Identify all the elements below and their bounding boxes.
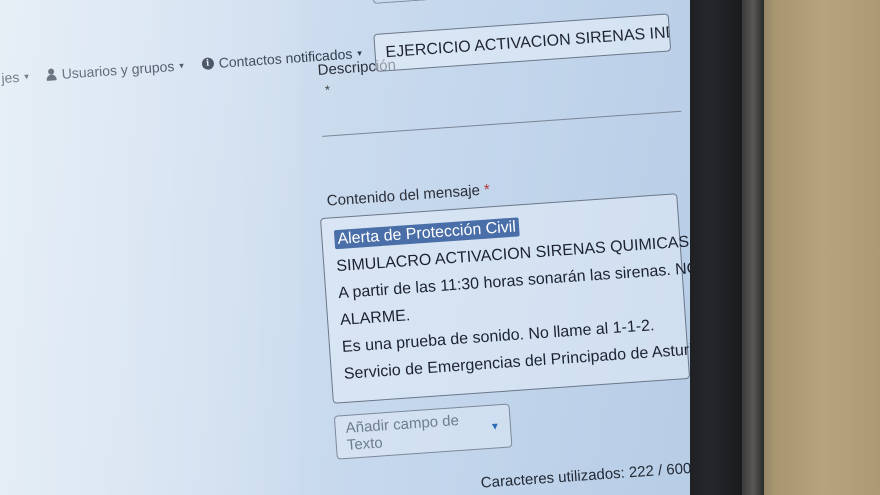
- add-field-label: Añadir campo de Texto: [345, 412, 460, 454]
- description-input[interactable]: EJERCICIO ACTIVACION SIRENAS INDUSTRI: [373, 13, 672, 72]
- monitor-edge: [742, 0, 764, 495]
- required-marker: *: [324, 82, 331, 98]
- message-textarea[interactable]: Alerta de Protección Civil SIMULACRO ACT…: [320, 193, 690, 404]
- previous-field[interactable]: [371, 0, 633, 4]
- chevron-down-icon: ▾: [356, 47, 363, 58]
- chevron-down-icon: ▾: [178, 59, 185, 71]
- monitor-screen: jes ▾ Usuarios y grupos ▾ i Contactos no…: [0, 0, 690, 495]
- app-viewport: jes ▾ Usuarios y grupos ▾ i Contactos no…: [0, 0, 690, 494]
- info-icon: i: [201, 57, 215, 71]
- add-text-field-dropdown[interactable]: Añadir campo de Texto ▼: [333, 403, 513, 460]
- nav-item-users-groups[interactable]: Usuarios y grupos ▾: [46, 57, 184, 83]
- nav-item-label: jes: [0, 68, 20, 87]
- message-label-text: Contenido del mensaje: [326, 182, 481, 210]
- user-icon: [46, 68, 57, 81]
- character-counter: Caracteres utilizados: 222 / 600: [480, 459, 690, 492]
- chevron-down-icon: ▾: [23, 70, 30, 81]
- nav-item-messages[interactable]: jes ▾: [1, 68, 29, 86]
- required-marker: *: [483, 181, 491, 199]
- nav-item-label: Usuarios y grupos: [61, 58, 175, 82]
- caret-down-icon: ▼: [489, 420, 501, 433]
- message-label: Contenido del mensaje *: [326, 181, 490, 209]
- section-divider: [322, 110, 682, 137]
- top-nav: jes ▾ Usuarios y grupos ▾ i Contactos no…: [0, 39, 362, 92]
